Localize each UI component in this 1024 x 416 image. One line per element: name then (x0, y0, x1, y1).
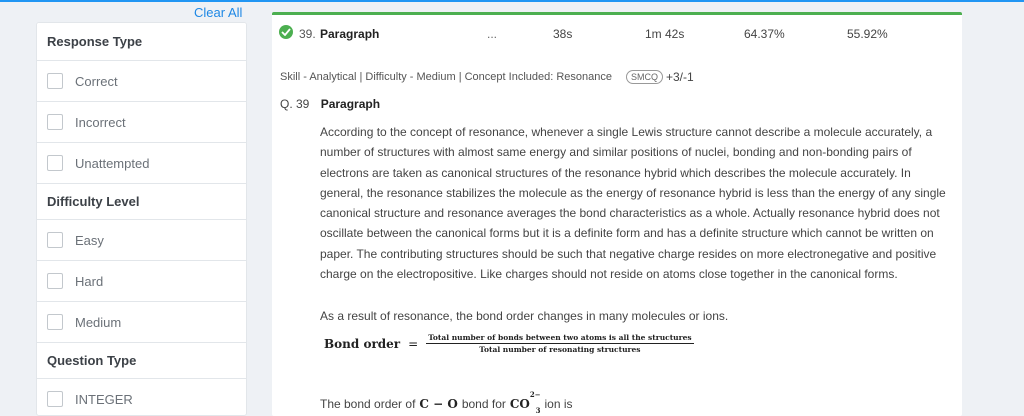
formula-lhs: Bond order (324, 336, 401, 351)
ion-charge: 2− (529, 390, 541, 399)
option-label: Unattempted (75, 155, 150, 171)
formula-equals: = (408, 336, 419, 351)
question-label: Q. 39 (280, 97, 310, 111)
response-type-header: Response Type (37, 23, 246, 61)
bond-label: C − O (419, 397, 458, 411)
time-taken: 38s (553, 27, 573, 41)
checkbox[interactable] (47, 391, 63, 407)
filter-option-hard[interactable]: Hard (37, 261, 246, 302)
percentage-1: 64.37% (744, 27, 785, 41)
option-label: Correct (75, 73, 118, 89)
question-summary-row[interactable]: 39. Paragraph ... 38s 1m 42s 64.37% 55.9… (272, 15, 962, 51)
difficulty-level-header: Difficulty Level (37, 184, 246, 220)
filter-option-incorrect[interactable]: Incorrect (37, 102, 246, 143)
option-label: INTEGER (75, 391, 133, 407)
filter-option-integer[interactable]: INTEGER (37, 379, 246, 415)
formula-fraction: Total number of bonds between two atoms … (426, 333, 694, 354)
passage-text-2: As a result of resonance, the bond order… (320, 309, 729, 323)
ellipsis: ... (487, 27, 498, 41)
filter-panel: Response Type Correct Incorrect Unattemp… (36, 22, 247, 416)
passage-text: According to the concept of resonance, w… (320, 125, 946, 282)
formula-denominator: Total number of resonating structures (479, 345, 641, 354)
formula-numerator: Total number of bonds between two atoms … (426, 333, 694, 344)
question-heading: Q. 39 Paragraph (280, 97, 380, 111)
option-label: Hard (75, 273, 104, 289)
percentage-2: 55.92% (847, 27, 888, 41)
checkbox[interactable] (47, 273, 63, 289)
bond-order-formula: Bond order = Total number of bonds betwe… (324, 333, 694, 354)
question-type: Paragraph (320, 27, 380, 41)
question-number: 39. (299, 27, 316, 41)
question-heading-type: Paragraph (320, 97, 381, 111)
carbonate-ion: CO2− 3 (509, 390, 541, 416)
clear-all-link[interactable]: Clear All (194, 5, 242, 20)
prompt-suffix: ion is (544, 397, 573, 411)
filter-option-unattempted[interactable]: Unattempted (37, 143, 246, 184)
meta-text: Skill - Analytical | Difficulty - Medium… (280, 71, 612, 83)
question-card: 39. Paragraph ... 38s 1m 42s 64.37% 55.9… (272, 12, 962, 416)
checkbox[interactable] (47, 155, 63, 171)
question-type-header: Question Type (37, 343, 246, 379)
option-label: Medium (75, 314, 122, 330)
option-label: Easy (75, 232, 104, 248)
filter-option-medium[interactable]: Medium (37, 302, 246, 343)
marking-scheme: +3/-1 (666, 70, 694, 84)
question-format-badge: SMCQ (626, 70, 663, 84)
filter-option-correct[interactable]: Correct (37, 61, 246, 102)
option-label: Incorrect (75, 114, 126, 130)
checkbox[interactable] (47, 314, 63, 330)
correct-check-icon (279, 25, 293, 39)
question-prompt: The bond order of C − O bond for CO2− 3 i… (320, 390, 573, 416)
checkbox[interactable] (47, 232, 63, 248)
question-meta: Skill - Analytical | Difficulty - Medium… (280, 70, 694, 84)
ion-base: CO (509, 397, 530, 411)
prompt-prefix: The bond order of (320, 397, 416, 411)
checkbox[interactable] (47, 73, 63, 89)
filter-option-easy[interactable]: Easy (37, 220, 246, 261)
average-time: 1m 42s (645, 27, 685, 41)
checkbox[interactable] (47, 114, 63, 130)
top-accent-line (0, 0, 1024, 2)
ion-subscript: 3 (535, 406, 541, 416)
prompt-mid: bond for (461, 397, 506, 411)
